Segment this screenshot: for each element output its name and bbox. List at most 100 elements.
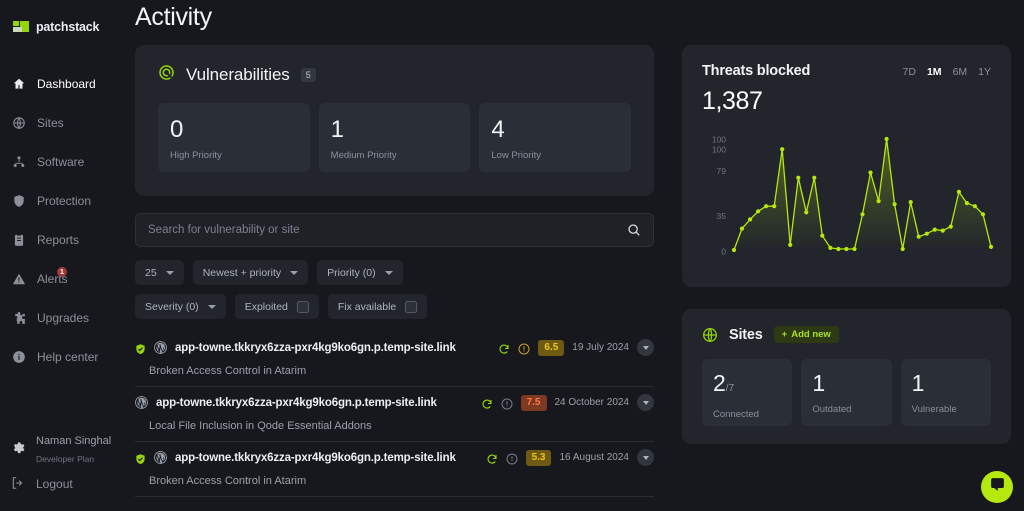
chart-data-point[interactable] xyxy=(804,210,808,214)
chevron-down-icon xyxy=(166,271,174,275)
chart-data-point[interactable] xyxy=(981,212,985,216)
chart-data-point[interactable] xyxy=(788,243,792,247)
chart-data-point[interactable] xyxy=(885,137,889,141)
filter-sort-order[interactable]: Newest + priority xyxy=(193,260,308,285)
site-count: 1 xyxy=(912,370,925,396)
chart-data-point[interactable] xyxy=(877,199,881,203)
vulnerabilities-card: Vulnerabilities 5 0 High Priority 1 Medi… xyxy=(135,45,654,196)
chart-data-point[interactable] xyxy=(852,247,856,251)
wordpress-icon xyxy=(154,341,167,354)
threats-range-selector: 7D 1M 6M 1Y xyxy=(903,66,991,78)
sidebar-item-reports[interactable]: Reports xyxy=(0,220,130,259)
chart-data-point[interactable] xyxy=(740,227,744,231)
alert-triangle-icon xyxy=(11,271,26,286)
expand-row-button[interactable] xyxy=(637,449,654,466)
intercom-chat-button[interactable] xyxy=(981,471,1013,503)
chart-data-point[interactable] xyxy=(901,247,905,251)
chart-data-point[interactable] xyxy=(941,229,945,233)
search-bar[interactable] xyxy=(135,213,654,247)
filter-label: Fix available xyxy=(338,301,396,313)
filter-page-size[interactable]: 25 xyxy=(135,260,184,285)
chart-data-point[interactable] xyxy=(772,204,776,208)
severity-badge: 5.3 xyxy=(526,450,552,466)
sidebar-item-sites[interactable]: Sites xyxy=(0,103,130,142)
stat-value: 1 xyxy=(331,116,459,143)
severity-badge: 6.5 xyxy=(538,340,564,356)
fix-available-checkbox[interactable] xyxy=(405,301,417,313)
chart-data-point[interactable] xyxy=(893,202,897,206)
vulnerability-site: app-towne.tkkryx6zza-pxr4kg9ko6gn.p.temp… xyxy=(175,452,456,464)
table-row[interactable]: app-towne.tkkryx6zza-pxr4kg9ko6gn.p.temp… xyxy=(135,442,654,497)
vulnerabilities-count: 5 xyxy=(301,68,316,82)
table-row[interactable]: app-towne.tkkryx6zza-pxr4kg9ko6gn.p.temp… xyxy=(135,332,654,387)
sync-icon xyxy=(486,452,498,464)
left-column: Vulnerabilities 5 0 High Priority 1 Medi… xyxy=(135,45,654,511)
chart-data-point[interactable] xyxy=(748,217,752,221)
chart-data-point[interactable] xyxy=(868,171,872,175)
sidebar-user-account[interactable]: Naman Singhal Developer Plan xyxy=(0,429,130,469)
chart-data-point[interactable] xyxy=(764,204,768,208)
chart-data-point[interactable] xyxy=(973,204,977,208)
range-6m[interactable]: 6M xyxy=(953,66,968,78)
filter-exploited[interactable]: Exploited xyxy=(235,294,319,319)
sidebar-item-software[interactable]: Software xyxy=(0,142,130,181)
range-7d[interactable]: 7D xyxy=(903,66,916,78)
sites-header: Sites + Add new xyxy=(702,326,991,343)
search-icon[interactable] xyxy=(627,223,641,237)
sidebar-item-alerts[interactable]: Alerts 1 xyxy=(0,259,130,298)
vulnerability-meta: 6.5 19 July 2024 xyxy=(498,339,654,356)
chart-data-point[interactable] xyxy=(812,176,816,180)
chart-data-point[interactable] xyxy=(957,190,961,194)
table-row[interactable]: app-towne.tkkryx6zza-pxr4kg9ko6gn.p.temp… xyxy=(135,387,654,442)
chart-data-point[interactable] xyxy=(965,201,969,205)
chart-data-point[interactable] xyxy=(925,232,929,236)
vulnerabilities-title: Vulnerabilities xyxy=(186,65,290,85)
filter-row-2: Severity (0) Exploited Fix available xyxy=(135,294,654,319)
sidebar-item-label: Dashboard xyxy=(37,77,96,91)
add-new-site-button[interactable]: + Add new xyxy=(774,326,839,343)
sidebar-item-protection[interactable]: Protection xyxy=(0,181,130,220)
filter-severity[interactable]: Severity (0) xyxy=(135,294,226,319)
chart-data-point[interactable] xyxy=(917,235,921,239)
exploited-checkbox[interactable] xyxy=(297,301,309,313)
chart-data-point[interactable] xyxy=(828,246,832,250)
chart-data-point[interactable] xyxy=(909,200,913,204)
chart-data-point[interactable] xyxy=(796,176,800,180)
filter-priority[interactable]: Priority (0) xyxy=(317,260,402,285)
site-count: 1 xyxy=(812,370,825,396)
sidebar-item-upgrades[interactable]: Upgrades xyxy=(0,298,130,337)
warning-icon xyxy=(518,342,530,354)
expand-row-button[interactable] xyxy=(637,394,654,411)
chart-data-point[interactable] xyxy=(732,248,736,252)
sidebar-item-label: Protection xyxy=(37,194,91,208)
chart-data-point[interactable] xyxy=(949,225,953,229)
threats-header: Threats blocked 7D 1M 6M 1Y xyxy=(702,63,991,79)
vulnerability-icon xyxy=(158,64,175,86)
brand-logo[interactable]: patchstack xyxy=(0,10,130,40)
stat-low-priority: 4 Low Priority xyxy=(479,103,631,172)
sidebar-item-help-center[interactable]: Help center xyxy=(0,337,130,376)
logout-label: Logout xyxy=(36,477,73,491)
content-columns: Vulnerabilities 5 0 High Priority 1 Medi… xyxy=(135,45,1015,511)
chart-data-point[interactable] xyxy=(820,234,824,238)
site-count: 2 xyxy=(713,370,726,396)
vulnerability-date: 19 July 2024 xyxy=(572,342,629,353)
search-input[interactable] xyxy=(148,224,627,236)
logout-button[interactable]: Logout xyxy=(0,469,130,499)
chart-data-point[interactable] xyxy=(836,247,840,251)
chart-data-point[interactable] xyxy=(844,247,848,251)
filter-fix-available[interactable]: Fix available xyxy=(328,294,427,319)
range-1y[interactable]: 1Y xyxy=(978,66,991,78)
info-icon xyxy=(11,349,26,364)
chart-data-point[interactable] xyxy=(860,212,864,216)
vulnerability-list: app-towne.tkkryx6zza-pxr4kg9ko6gn.p.temp… xyxy=(135,332,654,497)
sidebar-item-dashboard[interactable]: Dashboard xyxy=(0,64,130,103)
chart-data-point[interactable] xyxy=(780,147,784,151)
expand-row-button[interactable] xyxy=(637,339,654,356)
chart-data-point[interactable] xyxy=(756,209,760,213)
user-plan: Developer Plan xyxy=(36,454,94,464)
stat-value: 0 xyxy=(170,116,298,143)
chart-data-point[interactable] xyxy=(989,245,993,249)
range-1m[interactable]: 1M xyxy=(927,66,942,78)
chart-data-point[interactable] xyxy=(933,228,937,232)
